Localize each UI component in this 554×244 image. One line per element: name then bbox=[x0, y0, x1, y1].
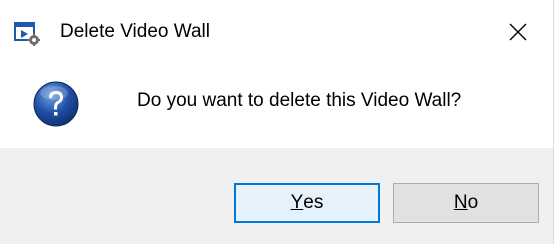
message-area: Do you want to delete this Video Wall? bbox=[0, 68, 553, 148]
yes-mnemonic: Y bbox=[290, 192, 304, 213]
video-wall-app-icon bbox=[14, 22, 40, 46]
title-bar[interactable]: Delete Video Wall bbox=[0, 0, 553, 68]
yes-label-rest: es bbox=[303, 192, 324, 213]
no-button[interactable]: No bbox=[393, 183, 539, 223]
yes-button[interactable]: Yes bbox=[234, 183, 380, 223]
button-bar: Yes No bbox=[0, 148, 553, 244]
delete-video-wall-dialog: Delete Video Wall Do you want to delete … bbox=[0, 0, 554, 244]
confirmation-message: Do you want to delete this Video Wall? bbox=[137, 90, 462, 111]
no-label-rest: o bbox=[467, 192, 479, 213]
window-title: Delete Video Wall bbox=[60, 21, 210, 42]
no-mnemonic: N bbox=[453, 192, 468, 213]
close-button[interactable] bbox=[483, 0, 553, 68]
close-icon bbox=[509, 23, 527, 46]
question-icon bbox=[32, 80, 80, 128]
